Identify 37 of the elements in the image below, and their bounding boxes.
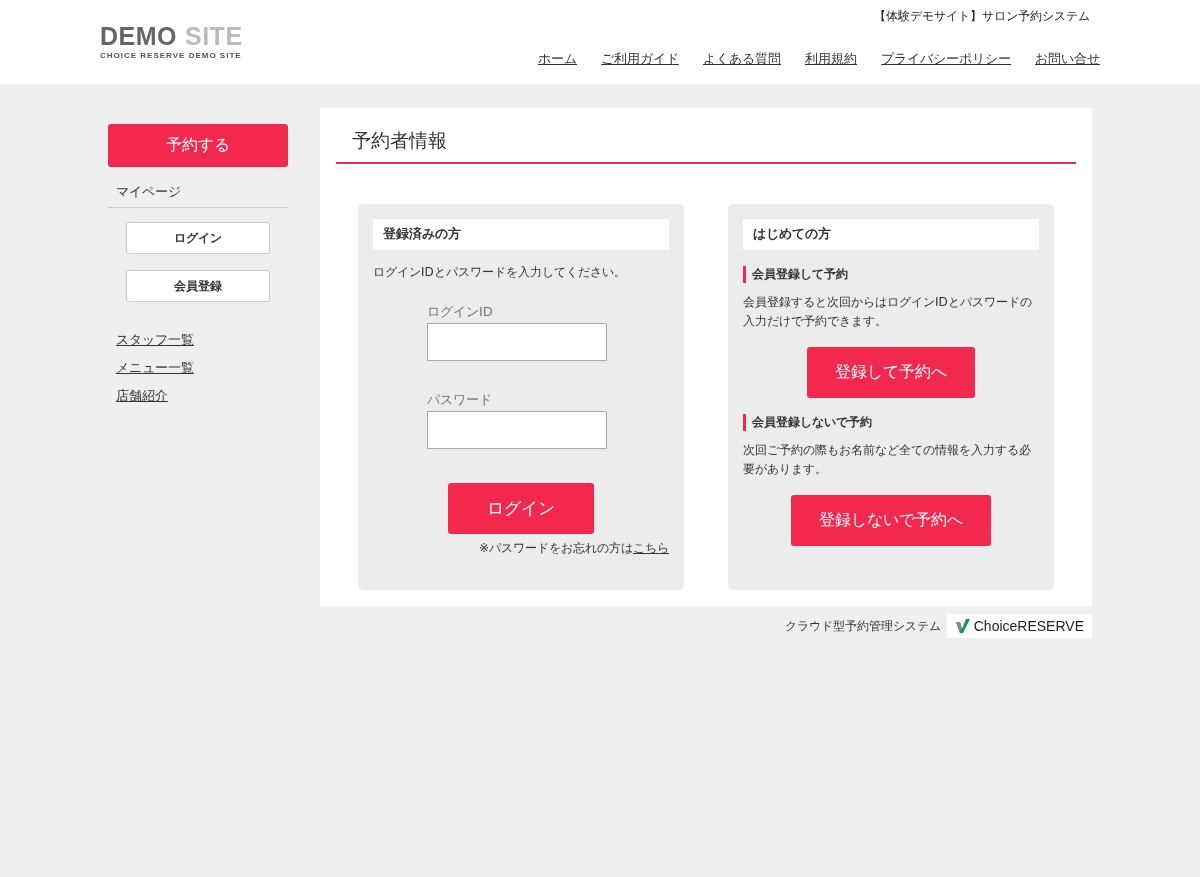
input-field[interactable] [427, 411, 607, 449]
logo-text: DEMO [100, 22, 177, 50]
section-text: 会員登録すると次回からはログインIDとパスワードの入力だけで予約できます。 [743, 294, 1033, 330]
brand-name: ChoiceRESERVE [973, 618, 1084, 634]
sidebar-link[interactable]: スタッフ一覧 [116, 332, 280, 349]
section-text: 次回ご予約の際もお名前など全ての情報を入力する必要があります。 [743, 442, 1032, 478]
page-title: 予約者情報 [336, 124, 1076, 164]
instruction-text: ログインIDとパスワードを入力してください。 [373, 264, 627, 281]
check-icon [954, 618, 971, 634]
nav-link[interactable]: 利用規約 [805, 50, 857, 68]
nav-link[interactable]: ホーム [538, 50, 577, 68]
section-heading: 会員登録して予約 [743, 266, 1039, 283]
nav-link[interactable]: プライバシーポリシー [881, 50, 1011, 68]
sidebar-link[interactable]: メニュー一覧 [116, 360, 280, 377]
input-field[interactable] [427, 323, 607, 361]
forgot-password-text: ※パスワードをお忘れの方はこちら [477, 540, 669, 557]
mypage-button[interactable]: ログイン [126, 222, 270, 254]
sidebar-link[interactable]: 店舗紹介 [116, 388, 280, 405]
field-label: ログインID [427, 303, 494, 321]
logo-tagline: CHOICE RESERVE DEMO SITE [100, 51, 243, 60]
reserve-button[interactable]: 登録しないで予約へ [791, 495, 991, 546]
mypage-label: マイページ [108, 167, 288, 208]
login-button[interactable]: ログイン [448, 483, 594, 534]
site-title: 【体験デモサイト】サロン予約システム [874, 9, 1090, 24]
reserve-button[interactable]: 予約する [108, 124, 288, 167]
field-label: パスワード [427, 391, 493, 409]
reserve-button[interactable]: 登録して予約へ [807, 347, 975, 398]
logo-text: SITE [185, 22, 243, 50]
nav-link[interactable]: ご利用ガイド [601, 50, 679, 68]
mypage-button[interactable]: 会員登録 [126, 270, 270, 302]
nav-link[interactable]: よくある質問 [703, 50, 781, 68]
forgot-password-link[interactable]: こちら [633, 541, 669, 555]
nav-link[interactable]: お問い合せ [1035, 50, 1100, 68]
section-heading: 会員登録しないで予約 [743, 414, 1039, 431]
footer-caption: クラウド型予約管理システム [784, 617, 941, 635]
panel-heading: はじめての方 [743, 219, 1039, 250]
panel-heading: 登録済みの方 [373, 219, 669, 250]
